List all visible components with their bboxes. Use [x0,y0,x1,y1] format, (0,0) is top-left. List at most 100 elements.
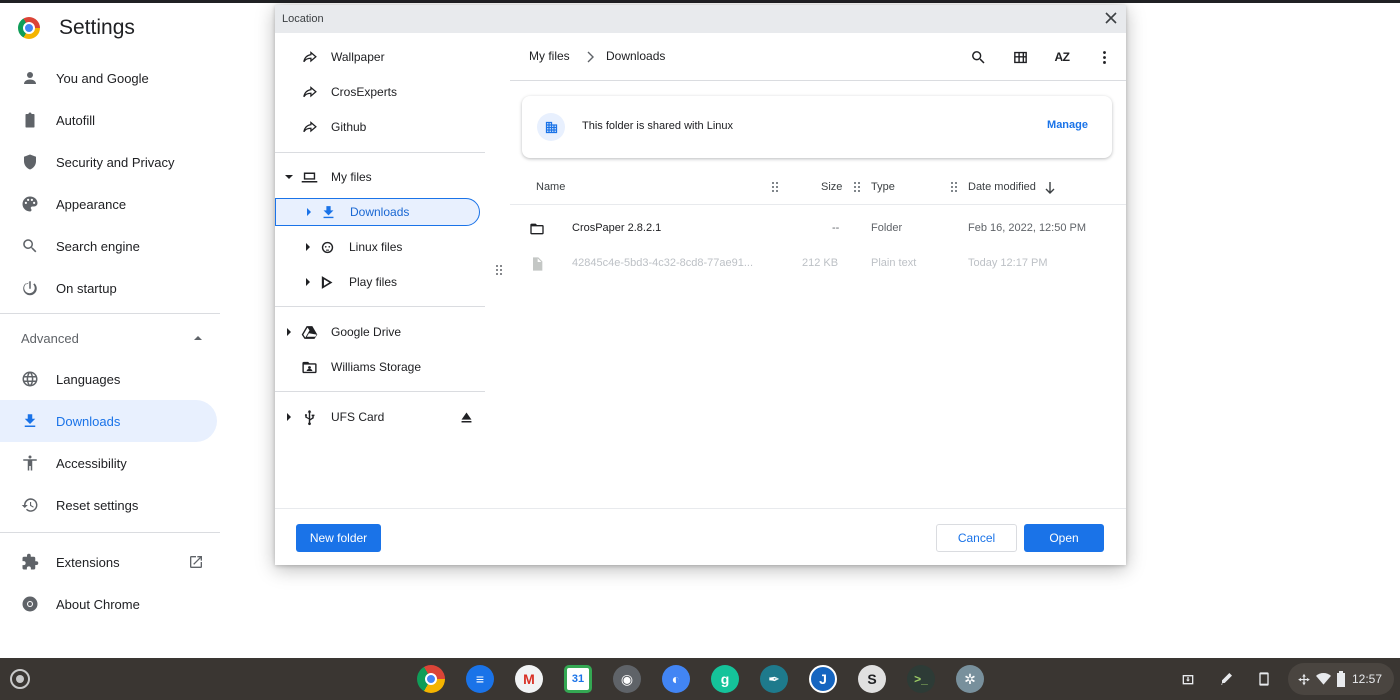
caret-right-icon[interactable] [304,278,312,286]
table-row[interactable]: CrosPaper 2.8.2.1 -- Folder Feb 16, 2022… [510,211,1126,245]
tree-label: Google Drive [331,325,402,339]
nav-label: Languages [56,371,121,387]
breadcrumb-downloads[interactable]: Downloads [606,49,665,63]
nav-accessibility[interactable]: Accessibility [0,442,217,484]
chrome-icon [21,595,39,613]
column-resize-handle[interactable] [951,182,957,192]
manage-button[interactable]: Manage [1047,119,1088,131]
eject-icon[interactable] [457,408,475,426]
caret-right-icon[interactable] [285,328,293,336]
launcher-icon[interactable] [10,669,30,689]
column-resize-handle[interactable] [854,182,860,192]
power-icon [21,279,39,297]
wifi-icon [1316,673,1331,685]
feed-app-icon[interactable]: ◉ [613,665,641,693]
tree-label: Linux files [349,240,403,254]
more-vert-icon[interactable] [1092,45,1116,69]
open-in-new-icon [188,554,204,570]
nav-about-chrome[interactable]: About Chrome [0,583,217,625]
nav-reset-settings[interactable]: Reset settings [0,484,217,526]
caret-right-icon[interactable] [305,208,313,216]
file-list-pane: My files Downloads AZ This folder is sha… [510,33,1126,508]
tree-item-crosexperts[interactable]: CrosExperts [275,78,485,106]
s-app-icon[interactable]: S [858,665,886,693]
puzzle-icon [21,553,39,571]
tree-item-wallpaper[interactable]: Wallpaper [275,43,485,71]
file-date: Today 12:17 PM [968,257,1048,269]
calendar-app-icon[interactable]: 31 [564,665,592,693]
grammar-app-icon[interactable]: g [711,665,739,693]
search-icon[interactable] [966,45,990,69]
folder-icon [529,221,545,237]
file-name: CrosPaper 2.8.2.1 [572,222,662,234]
tree-item-downloads[interactable]: Downloads [275,198,480,226]
chrome-app-icon[interactable] [417,665,445,693]
file-icon [529,256,545,272]
download-icon [21,412,39,430]
table-row[interactable]: 42845c4e-5bd3-4c32-8cd8-77ae91... 212 KB… [510,246,1126,280]
dialog-footer: New folder Cancel Open [275,508,1126,565]
file-date: Feb 16, 2022, 12:50 PM [968,222,1087,234]
divider [0,313,220,314]
crab-app-icon[interactable]: ✲ [956,665,984,693]
status-tray[interactable]: 12:57 [1288,663,1394,695]
breadcrumb-my-files[interactable]: My files [529,49,570,63]
jot-app-icon[interactable]: J [809,665,837,693]
phone-hub-icon[interactable] [1254,669,1274,689]
nav-label: On startup [56,280,117,296]
nav-appearance[interactable]: Appearance [0,183,217,225]
drive-icon [300,323,318,341]
linux-icon [318,238,336,256]
grid-view-icon[interactable] [1008,45,1032,69]
open-button[interactable]: Open [1024,524,1104,552]
tree-item-my-files[interactable]: My files [275,163,485,191]
list-header: Name Size Type Date modified [510,171,1126,205]
pen-app-icon[interactable]: ✒ [760,665,788,693]
shield-icon [21,153,39,171]
tree-item-github[interactable]: Github [275,113,485,141]
gmail-app-icon[interactable]: M [515,665,543,693]
caret-right-icon[interactable] [304,243,312,251]
nav-security-privacy[interactable]: Security and Privacy [0,141,217,183]
sort-az-label: AZ [1054,50,1071,64]
tree-item-play-files[interactable]: Play files [275,268,485,296]
tree-item-williams-storage[interactable]: Williams Storage [275,353,485,381]
column-header-name[interactable]: Name [536,181,565,193]
tree-item-linux-files[interactable]: Linux files [275,233,485,261]
close-icon[interactable] [1104,11,1118,25]
messages-app-icon[interactable]: ≡ [466,665,494,693]
nav-you-and-google[interactable]: You and Google [0,57,217,99]
arrow-down-icon[interactable] [1044,181,1056,194]
caret-down-icon[interactable] [285,173,293,181]
pane-splitter[interactable] [496,265,502,279]
nav-on-startup[interactable]: On startup [0,267,217,309]
cancel-button[interactable]: Cancel [936,524,1017,552]
shared-building-icon [537,113,565,141]
clock: 12:57 [1352,672,1383,686]
chrome-logo-icon [18,17,40,39]
column-header-date[interactable]: Date modified [968,181,1036,193]
browser-app-icon[interactable]: ◐ [662,665,690,693]
nav-languages[interactable]: Languages [0,358,217,400]
new-folder-button[interactable]: New folder [296,524,381,552]
laptop-icon [300,168,318,186]
nav-extensions[interactable]: Extensions [0,541,217,583]
tote-icon[interactable] [1178,669,1198,689]
sort-az-button[interactable]: AZ [1050,45,1074,69]
column-header-size[interactable]: Size [821,181,842,193]
terminal-app-icon[interactable]: >_ [907,665,935,693]
play-icon [318,273,336,291]
stylus-icon[interactable] [1216,669,1236,689]
tree-label: Downloads [350,205,410,219]
tree-item-ufs-card[interactable]: UFS Card [275,403,485,431]
tree-item-google-drive[interactable]: Google Drive [275,318,485,346]
column-header-type[interactable]: Type [871,181,895,193]
caret-right-icon[interactable] [285,413,293,421]
advanced-toggle[interactable]: Advanced [21,328,203,348]
column-resize-handle[interactable] [772,182,778,192]
nav-downloads[interactable]: Downloads [0,400,217,442]
file-type: Folder [871,222,903,234]
dialog-titlebar: Location [275,5,1126,33]
nav-search-engine[interactable]: Search engine [0,225,217,267]
nav-autofill[interactable]: Autofill [0,99,217,141]
